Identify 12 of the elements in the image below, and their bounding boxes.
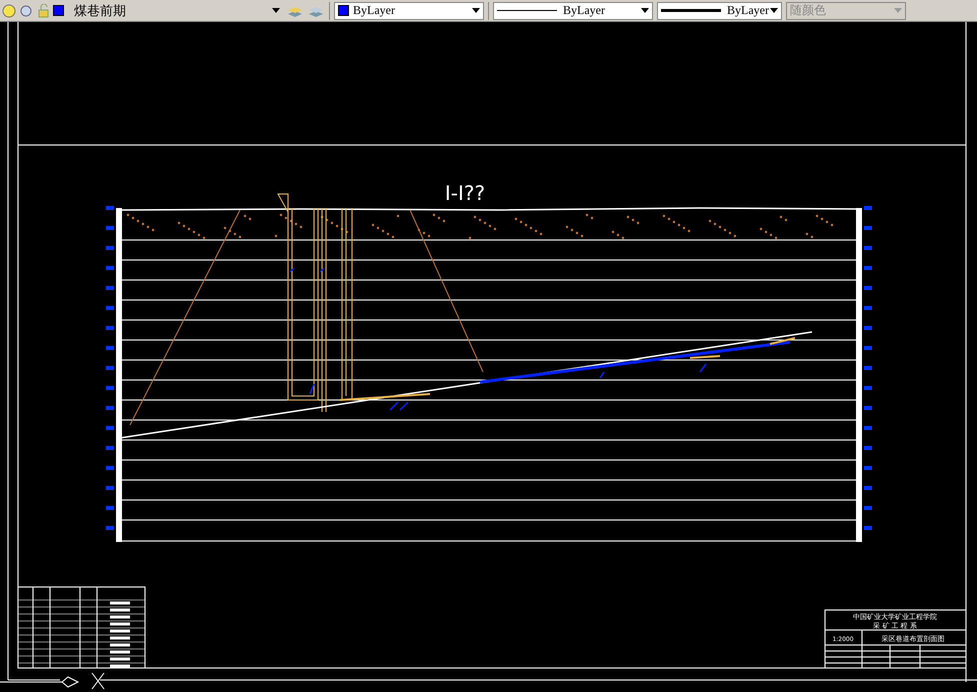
lock-icon[interactable] <box>36 4 50 18</box>
lineweight-dropdown[interactable]: ByLayer <box>657 2 782 20</box>
caret-icon <box>641 8 649 13</box>
section-title: I-I?? <box>444 181 486 205</box>
linetype-dropdown[interactable]: ByLayer <box>493 2 653 20</box>
layer-dropdown[interactable]: 煤巷前期 <box>71 2 283 20</box>
caret-icon <box>272 8 280 13</box>
color-dropdown[interactable]: ByLayer <box>334 2 484 20</box>
caret-icon <box>894 8 902 13</box>
caret-icon <box>770 8 778 13</box>
color-swatch-icon <box>53 5 64 16</box>
caret-icon <box>472 8 480 13</box>
